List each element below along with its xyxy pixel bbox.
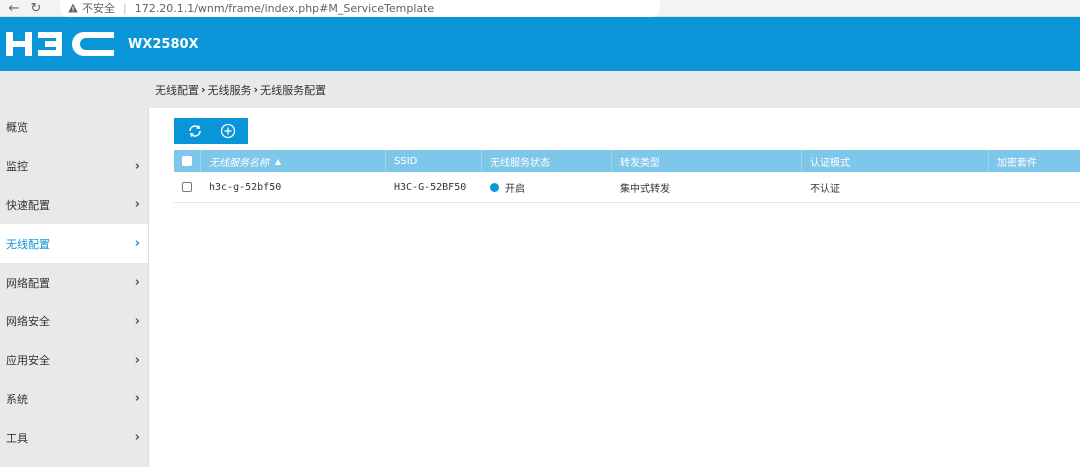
sort-ascending-icon: ▲ — [275, 156, 282, 166]
breadcrumb-chevron-icon: › — [201, 83, 206, 96]
sidebar-item-monitor[interactable]: 监控 › — [0, 147, 148, 186]
breadcrumb-item[interactable]: 无线配置 — [155, 82, 199, 98]
column-header-label: SSID — [394, 155, 418, 167]
table-toolbar — [174, 118, 248, 144]
refresh-icon — [188, 124, 201, 138]
breadcrumb-item[interactable]: 无线服务 — [208, 82, 252, 98]
column-header-cipher-suite[interactable]: 加密套件 — [989, 150, 1080, 172]
column-header-status[interactable]: 无线服务状态 — [482, 150, 612, 172]
sidebar-item-overview[interactable]: 概览 — [0, 108, 148, 147]
select-all-checkbox[interactable] — [182, 156, 192, 166]
breadcrumb: 无线配置 › 无线服务 › 无线服务配置 — [0, 71, 1080, 108]
cell-ssid: H3C-G-52BF50 — [394, 181, 467, 193]
sidebar-item-label: 网络安全 — [6, 315, 50, 329]
cell-auth-mode: 不认证 — [810, 183, 840, 195]
cell-cipher-suite — [989, 172, 1080, 203]
address-separator: | — [123, 1, 127, 15]
sidebar-item-tools[interactable]: 工具 › — [0, 418, 148, 457]
sidebar-item-label: 网络配置 — [6, 276, 50, 290]
chevron-right-icon: › — [134, 313, 140, 329]
address-bar[interactable]: 不安全 | 172.20.1.1/wnm/frame/index.php#M_S… — [60, 0, 660, 17]
column-header-name[interactable]: 无线服务名称 ▲ — [201, 150, 386, 172]
device-model: WX2580X — [128, 36, 199, 52]
status-on-icon — [490, 182, 499, 192]
sidebar-item-label: 应用安全 — [6, 354, 50, 368]
h3c-logo — [6, 32, 114, 56]
breadcrumb-chevron-icon: › — [253, 83, 259, 96]
sidebar-item-label: 无线配置 — [6, 237, 50, 251]
row-checkbox[interactable] — [182, 182, 192, 192]
add-circle-icon — [220, 123, 235, 139]
column-header-forward-type[interactable]: 转发类型 — [612, 150, 802, 172]
service-table: 无线服务名称 ▲ SSID 无线服务状态 转发类型 认证模式 加密套件 h3c-… — [174, 150, 1080, 203]
table-row[interactable]: h3c-g-52bf50 H3C-G-52BF50 开启 集中式转发 不认证 — [174, 172, 1080, 203]
sidebar-item-app-security[interactable]: 应用安全 › — [0, 341, 148, 380]
column-header-label: 加密套件 — [997, 157, 1037, 169]
cell-forward-type: 集中式转发 — [620, 183, 670, 195]
row-select-cell — [174, 172, 201, 203]
breadcrumb-item-current: 无线服务配置 — [260, 83, 327, 97]
column-header-ssid[interactable]: SSID — [386, 150, 482, 172]
app-header: WX2580X — [0, 17, 1080, 71]
chevron-right-icon: › — [134, 197, 140, 213]
select-all-cell — [174, 150, 201, 172]
sidebar-item-network-security[interactable]: 网络安全 › — [0, 302, 148, 341]
sidebar-item-quick-config[interactable]: 快速配置 › — [0, 186, 148, 225]
main-content: 无线服务名称 ▲ SSID 无线服务状态 转发类型 认证模式 加密套件 h3c-… — [148, 108, 1080, 467]
table-header: 无线服务名称 ▲ SSID 无线服务状态 转发类型 认证模式 加密套件 — [174, 150, 1080, 172]
sidebar-item-label: 系统 — [6, 392, 28, 406]
sidebar-item-wireless-config[interactable]: 无线配置 › — [0, 224, 148, 264]
chevron-right-icon: › — [134, 275, 140, 291]
cell-status: 开启 — [482, 172, 612, 203]
sidebar-item-label: 工具 — [6, 431, 28, 445]
refresh-button[interactable] — [185, 121, 205, 141]
column-header-label: 无线服务名称 — [209, 157, 269, 169]
sidebar: 概览 监控 › 快速配置 › 无线配置 › 网络配置 › 网络安全 › 应用安全… — [0, 108, 148, 467]
sidebar-item-network-config[interactable]: 网络配置 › — [0, 263, 148, 302]
column-header-label: 无线服务状态 — [490, 157, 550, 169]
sidebar-item-label: 监控 — [6, 160, 28, 174]
browser-bar: ← ↻ 不安全 | 172.20.1.1/wnm/frame/index.php… — [0, 0, 1080, 17]
back-icon[interactable]: ← — [6, 0, 22, 16]
chevron-right-icon: › — [134, 391, 140, 407]
url-text[interactable]: 172.20.1.1/wnm/frame/index.php#M_Service… — [135, 2, 434, 15]
add-button[interactable] — [218, 121, 238, 141]
column-header-label: 认证模式 — [810, 157, 850, 169]
sidebar-item-system[interactable]: 系统 › — [0, 380, 148, 419]
chevron-right-icon: › — [134, 158, 140, 174]
column-header-auth-mode[interactable]: 认证模式 — [802, 150, 989, 172]
chevron-right-icon: › — [134, 236, 140, 252]
warning-icon — [68, 3, 78, 13]
column-header-label: 转发类型 — [620, 157, 660, 169]
sidebar-item-label: 快速配置 — [6, 198, 50, 212]
reload-icon[interactable]: ↻ — [28, 0, 44, 16]
status-label: 开启 — [505, 183, 525, 195]
security-label: 不安全 — [82, 2, 115, 15]
chevron-right-icon: › — [134, 430, 140, 446]
chevron-right-icon: › — [134, 352, 140, 368]
sidebar-item-label: 概览 — [6, 121, 28, 135]
cell-service-name[interactable]: h3c-g-52bf50 — [201, 172, 386, 203]
